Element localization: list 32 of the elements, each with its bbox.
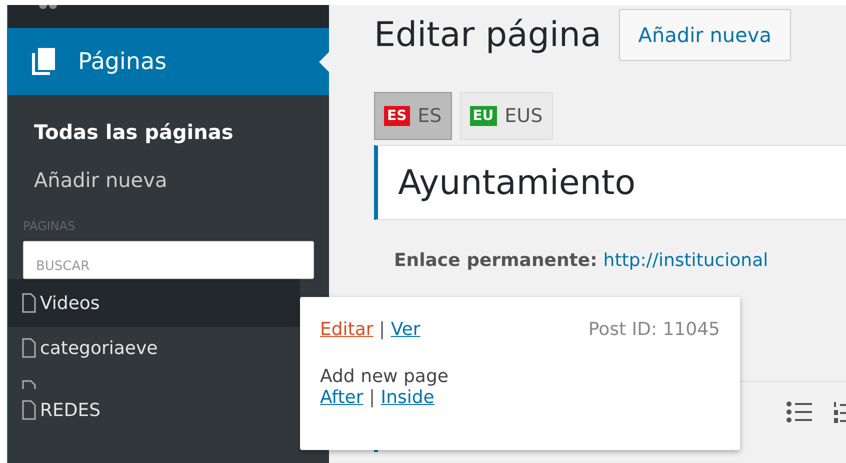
page-tree-item[interactable]: REDES [8,389,300,431]
numbered-list-icon[interactable] [834,401,846,423]
post-id: Post ID: 11045 [588,319,720,340]
bullet-list-icon[interactable] [786,401,812,423]
page-icon [22,400,36,420]
page-icon [22,293,36,313]
page-icon [22,338,36,358]
sidebar-menu-item[interactable]: Páginas [8,28,329,95]
add-new-page-label: Add new page [320,366,450,387]
separator: | [379,319,386,340]
flag-label: ES [384,106,410,126]
permalink-link[interactable]: http://institucional [603,250,768,271]
menu-icon[interactable] [38,5,58,11]
after-link[interactable]: After [320,387,364,408]
submenu-item[interactable]: Añadir nueva [34,168,329,192]
edit-link[interactable]: Editar [320,319,374,340]
view-link[interactable]: Ver [390,319,420,340]
search-field[interactable]: BUSCAR [24,242,313,278]
permalink-label: Enlace permanente: [394,250,598,271]
title-field[interactable]: Ayuntamiento [374,145,846,220]
page-heading: Editar página [374,15,602,55]
page-tree-item[interactable]: categoriaeve [8,327,300,369]
language-tab[interactable]: ES ES [374,92,452,140]
language-tab[interactable]: EU EUS [460,92,553,140]
submenu-item[interactable]: Todas las páginas [34,120,329,144]
menu-label: Páginas [78,48,167,74]
flag-label: EU [470,106,497,126]
inside-link[interactable]: Inside [380,387,434,408]
add-new-button[interactable]: Añadir nueva [619,9,790,61]
pages-icon [30,46,56,76]
page-tree-item[interactable]: Videos [8,279,300,327]
separator: | [368,387,376,408]
